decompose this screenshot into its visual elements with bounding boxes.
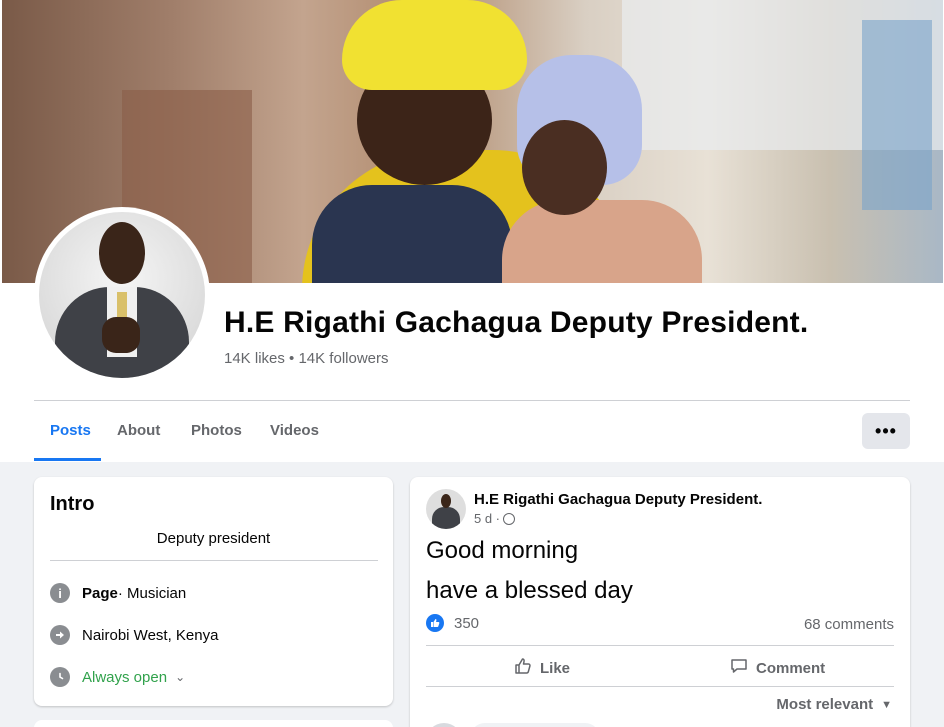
intro-bio: Deputy president: [156, 530, 271, 547]
post-timestamp[interactable]: 5 d ·: [474, 511, 500, 526]
comment-button[interactable]: Comment: [730, 657, 825, 680]
cover-baby-face: [522, 120, 607, 215]
tab-posts[interactable]: Posts: [50, 422, 91, 439]
tab-about[interactable]: About: [117, 422, 160, 439]
avatar-hands: [102, 317, 140, 353]
post-author-name[interactable]: H.E Rigathi Gachagua Deputy President.: [474, 491, 762, 508]
post-divider: [426, 645, 894, 646]
thumbs-up-icon: [514, 657, 532, 680]
next-card-peek: [34, 720, 393, 727]
page-stats[interactable]: 14K likes • 14K followers: [224, 350, 389, 367]
nav-divider: [34, 400, 910, 401]
profile-picture[interactable]: [39, 212, 205, 378]
commenter-avatar[interactable]: [426, 723, 462, 727]
sort-label: Most relevant: [776, 696, 874, 713]
comments-count[interactable]: 68 comments: [804, 616, 894, 633]
cover-person-shirt: [312, 185, 512, 283]
post-text-line: Good morning: [426, 537, 579, 564]
post-author-avatar[interactable]: [426, 489, 466, 529]
page-label: Page: [82, 584, 118, 602]
category-label: · Musician: [117, 584, 187, 602]
globe-icon: [503, 512, 516, 525]
post-avatar-suit: [432, 507, 460, 529]
post-divider: [426, 686, 894, 687]
hours-status: Always open: [82, 668, 168, 686]
tab-videos[interactable]: Videos: [270, 422, 319, 439]
intro-card: Intro Deputy president i Page · Musician…: [34, 477, 393, 706]
post-avatar-face: [441, 494, 451, 508]
intro-hours[interactable]: Always open ⌄: [50, 667, 185, 687]
like-button[interactable]: Like: [514, 657, 570, 680]
page-title: H.E Rigathi Gachagua Deputy President.: [224, 306, 809, 339]
active-tab-indicator: [34, 458, 101, 461]
reaction-count: 350: [454, 614, 480, 632]
cover-yellow-cap: [342, 0, 527, 90]
comment-icon: [730, 657, 748, 680]
location-text: Nairobi West, Kenya: [82, 626, 219, 644]
intro-divider: [50, 560, 378, 561]
chevron-down-icon: ⌄: [175, 670, 186, 684]
post-card: H.E Rigathi Gachagua Deputy President. 5…: [410, 477, 910, 727]
comment-label: Comment: [756, 660, 826, 677]
post-text-line: have a blessed day: [426, 577, 633, 604]
comment-bubble: [470, 723, 600, 727]
directions-icon: [50, 625, 70, 645]
comments-sort-dropdown[interactable]: Most relevant ▼: [776, 696, 892, 713]
reactions-summary[interactable]: 350: [426, 614, 479, 632]
clock-icon: [50, 667, 70, 687]
tab-photos[interactable]: Photos: [191, 422, 242, 439]
more-horizontal-icon: •••: [875, 420, 897, 441]
caret-down-icon: ▼: [881, 698, 892, 711]
more-options-button[interactable]: •••: [862, 413, 910, 449]
info-icon: i: [50, 583, 70, 603]
intro-title: Intro: [50, 493, 95, 515]
post-meta: 5 d ·: [474, 511, 516, 526]
avatar-face: [99, 222, 145, 284]
like-reaction-icon: [426, 614, 444, 632]
cover-baby-blanket: [502, 200, 702, 283]
cover-bg-window: [862, 20, 932, 210]
intro-page-category: i Page · Musician: [50, 583, 186, 603]
like-label: Like: [540, 660, 571, 677]
intro-location[interactable]: Nairobi West, Kenya: [50, 625, 218, 645]
